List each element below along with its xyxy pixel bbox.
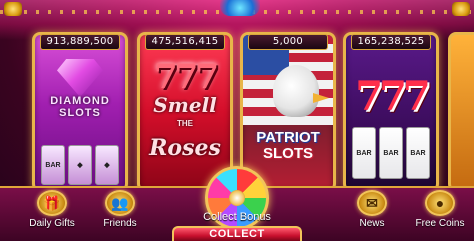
machine-title-line2: SLOTS [262,145,313,162]
news-label: News [359,218,385,229]
news-button[interactable]: ✉ News [342,190,402,229]
reel-window: BAR ◆ ◆ [41,145,119,185]
friends-icon: 👥 [105,190,135,216]
diamond-icon [57,59,103,97]
friends-button[interactable]: 👥 Friends [90,190,150,229]
reel: ◆ [68,145,92,185]
reel: BAR [406,127,430,179]
daily-gifts-label: Daily Gifts [29,218,75,229]
neon-sign-icon [220,0,260,16]
reel-symbol: BAR [356,149,372,157]
eagle-icon [273,65,319,117]
reel: BAR [352,127,376,179]
slot-machine-partial[interactable] [448,32,474,192]
jackpot-counter: 913,889,500 [40,34,120,50]
machine-title: DIAMOND SLOTS [50,95,110,119]
gift-icon: 🎁 [37,190,67,216]
reel: ◆ [95,145,119,185]
machine-title-line1: Smell [153,93,217,117]
sevens-logo: 777 [154,57,219,97]
collect-button[interactable]: COLLECT [172,226,302,241]
diamond-icon: ◆ [77,162,83,169]
reel-symbol: BAR [383,149,399,157]
diamond-icon: ◆ [104,162,110,169]
machine-title-line3: Roses [149,135,221,161]
corner-gem-left-icon [4,2,22,16]
corner-gem-right-icon [452,2,470,16]
machine-title-line1: PATRIOT [256,129,320,146]
reel: BAR [41,145,65,185]
jackpot-counter: 165,238,525 [351,34,431,50]
machine-title-line2: THE [177,119,193,128]
slot-machine-smell-the-roses[interactable]: 777 Smell THE Roses [137,32,233,192]
collect-bonus-label: Collect Bonus [203,211,271,223]
envelope-icon: ✉ [357,190,387,216]
slot-machine-patriot[interactable]: PATRIOT SLOTS [240,32,336,192]
slot-machine-diamond[interactable]: DIAMOND SLOTS BAR ◆ ◆ [32,32,128,192]
daily-gifts-button[interactable]: 🎁 Daily Gifts [22,190,82,229]
reel-symbol: BAR [410,149,426,157]
sevens-logo: 777 [355,73,431,120]
friends-label: Friends [103,218,137,229]
slot-machine-777[interactable]: 777 BAR BAR BAR [343,32,439,192]
reel: BAR [379,127,403,179]
coin-icon: ● [425,190,455,216]
wheel-hub-icon [229,190,245,206]
jackpot-counter: 5,000 [248,34,328,50]
free-coins-label: Free Coins [415,218,465,229]
reel-symbol: BAR [45,161,61,169]
reel-window: BAR BAR BAR [352,127,430,179]
free-coins-button[interactable]: ● Free Coins [410,190,470,229]
jackpot-counter: 475,516,415 [145,34,225,50]
